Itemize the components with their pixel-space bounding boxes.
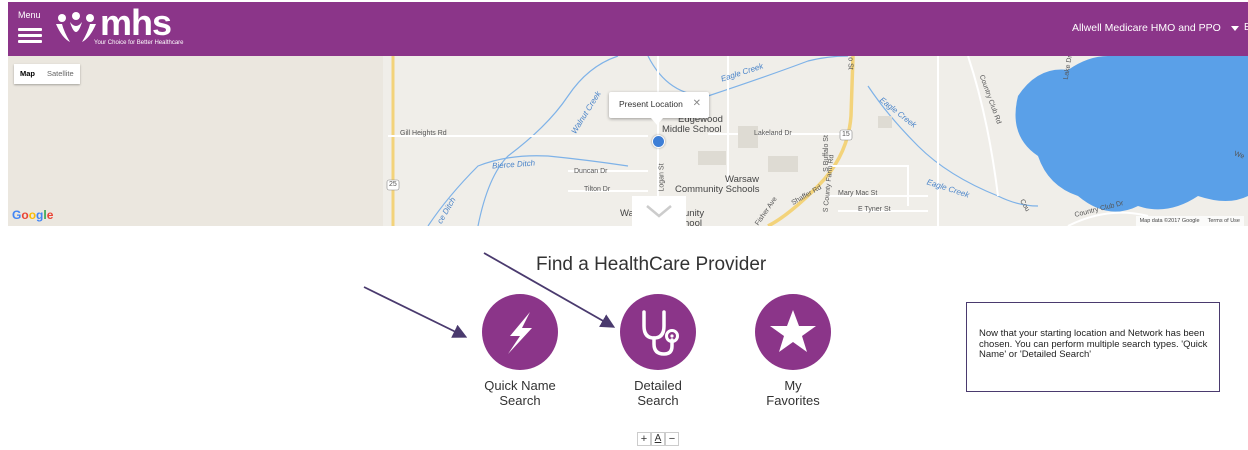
hamburger-icon xyxy=(18,28,42,46)
font-decrease-button[interactable]: − xyxy=(665,432,679,446)
tile-label-line: Quick Name xyxy=(484,378,556,393)
map-label: Duncan Dr xyxy=(574,168,608,175)
tile-label-line: Search xyxy=(637,393,679,408)
map-data-credit: Map data ©2017 Google xyxy=(1139,218,1200,224)
quick-name-search-button[interactable]: Quick Name Search xyxy=(460,294,580,408)
app-header: Menu mhs Your Choice for Better Healthca… xyxy=(8,2,1248,56)
plan-name: Allwell Medicare HMO and PPO xyxy=(1072,22,1221,34)
tile-label-line: Detailed xyxy=(634,378,682,393)
page-root: Menu mhs Your Choice for Better Healthca… xyxy=(0,0,1248,450)
close-icon[interactable]: ✕ xyxy=(693,98,701,109)
map-canvas xyxy=(383,56,1248,226)
font-increase-button[interactable]: + xyxy=(637,432,651,446)
map-label: E Tyner St xyxy=(858,206,891,213)
map-label: Tilton Dr xyxy=(584,186,611,193)
tile-label-line: Favorites xyxy=(766,393,820,408)
map-view[interactable]: Map Satellite Eagle Creek Eagle Creek Ea… xyxy=(8,56,1248,226)
map-type-map[interactable]: Map xyxy=(14,64,41,84)
my-favorites-button[interactable]: My Favorites xyxy=(733,294,853,408)
map-label: Middle School xyxy=(662,124,722,135)
family-icon xyxy=(56,12,96,42)
tile-label-line: Search xyxy=(499,393,541,408)
map-label: Gill Heights Rd xyxy=(400,130,447,137)
map-attribution: Map data ©2017 Google Terms of Use xyxy=(1135,216,1244,226)
font-size-controls: + A − xyxy=(637,432,679,446)
logo-text: mhs xyxy=(100,2,172,43)
map-type-toggle: Map Satellite xyxy=(14,64,80,84)
tile-label: Quick Name Search xyxy=(460,378,580,408)
page-title: Find a HealthCare Provider xyxy=(536,254,767,275)
quick-search-circle xyxy=(482,294,558,370)
chevron-down-icon xyxy=(646,205,672,218)
map-label: 15 xyxy=(842,131,850,138)
map-label: Lakeland Dr xyxy=(754,130,792,137)
lightning-icon xyxy=(508,312,532,354)
popup-text: Present Location xyxy=(619,99,683,109)
terms-of-use-link[interactable]: Terms of Use xyxy=(1208,218,1240,224)
tile-label: My Favorites xyxy=(733,378,853,408)
stethoscope-icon xyxy=(642,310,679,356)
favorites-circle xyxy=(755,294,831,370)
map-label: Logan St xyxy=(658,163,666,192)
collapse-map-button[interactable] xyxy=(632,196,686,226)
map-label: Mary Mac St xyxy=(838,190,878,197)
tile-label-line: My xyxy=(784,378,802,393)
menu-label: Menu xyxy=(18,10,41,20)
detailed-search-circle xyxy=(620,294,696,370)
header-edge-text: E xyxy=(1244,22,1248,33)
map-label: Community Schools xyxy=(675,184,760,195)
annotation-note: Now that your starting location and Netw… xyxy=(966,302,1220,392)
menu-button[interactable]: Menu xyxy=(18,10,46,46)
star-icon xyxy=(770,310,816,352)
map-label: hool xyxy=(684,218,702,226)
google-logo: Google xyxy=(12,208,54,222)
mhs-logo[interactable]: mhs Your Choice for Better Healthcare xyxy=(52,2,184,50)
arrow-to-quick-search xyxy=(363,286,468,338)
location-pin-icon[interactable] xyxy=(652,135,665,148)
map-type-satellite[interactable]: Satellite xyxy=(41,64,80,84)
plan-selector[interactable]: Allwell Medicare HMO and PPO xyxy=(1072,22,1239,34)
detailed-search-button[interactable]: Detailed Search xyxy=(598,294,718,408)
caret-down-icon xyxy=(1230,25,1239,31)
logo-tagline: Your Choice for Better Healthcare xyxy=(94,40,184,46)
map-label: o St xyxy=(846,57,854,70)
map-label: 25 xyxy=(389,181,397,188)
tile-label: Detailed Search xyxy=(598,378,718,408)
present-location-popup: Present Location ✕ xyxy=(609,92,709,125)
font-reset-button[interactable]: A xyxy=(651,432,665,446)
